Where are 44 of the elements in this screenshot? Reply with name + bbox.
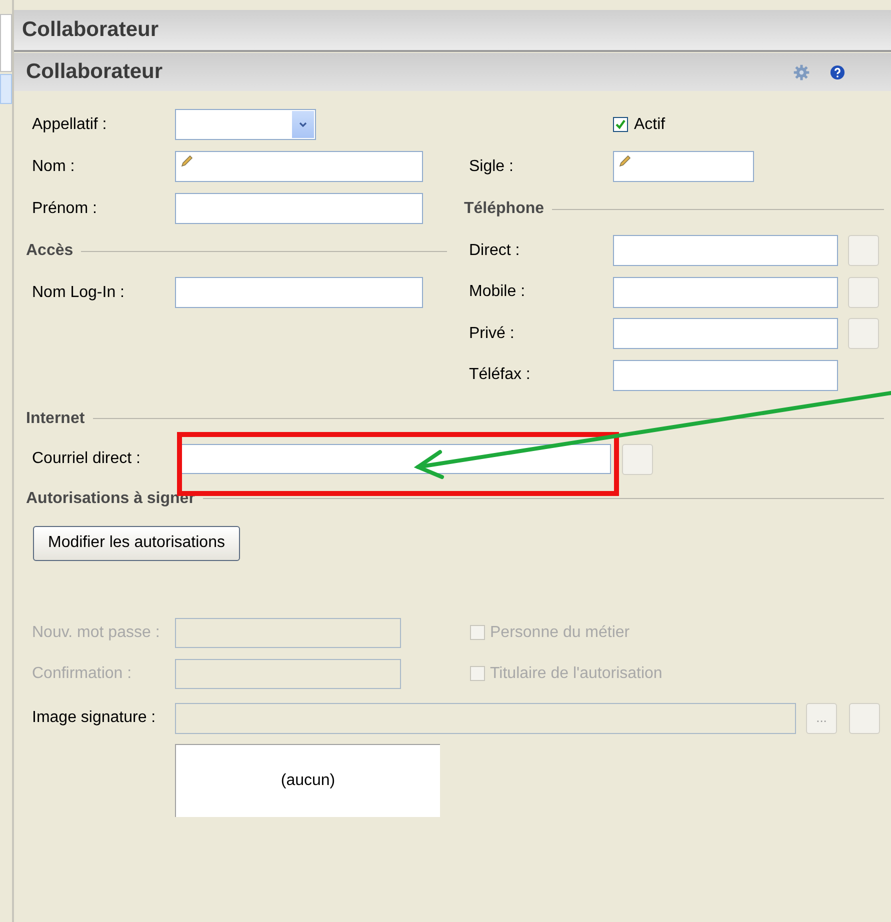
input-field[interactable] [613, 318, 838, 349]
side-button[interactable] [848, 276, 879, 308]
input-field[interactable] [180, 444, 611, 474]
settings-icon[interactable] [793, 64, 810, 80]
sidebar-item[interactable] [0, 74, 12, 104]
side-button[interactable] [848, 318, 879, 349]
side-button[interactable] [848, 235, 879, 266]
input-field[interactable] [613, 276, 838, 308]
input-field[interactable] [175, 193, 423, 224]
field-label: Confirmation : [32, 664, 133, 684]
checkbox-label: Personne du métier [490, 622, 630, 642]
field-label: Image signature : [32, 708, 157, 728]
input-field[interactable] [175, 277, 423, 308]
section-heading: Internet [26, 408, 85, 428]
checkbox-label: Actif [634, 114, 666, 134]
help-icon[interactable] [830, 64, 845, 80]
checkbox[interactable] [613, 117, 628, 132]
field-label: Nom : [32, 156, 76, 176]
section-heading: Accès [26, 241, 74, 261]
input-field[interactable] [613, 360, 838, 390]
field-label: Direct : [469, 240, 521, 260]
dropdown-field[interactable] [175, 109, 316, 140]
field-label: Privé : [469, 324, 516, 344]
field-label: Nouv. mot passe : [32, 622, 161, 642]
field-label: Courriel direct : [32, 449, 142, 469]
input-field[interactable] [613, 151, 754, 182]
input-field[interactable] [175, 151, 423, 182]
signature-preview: (aucun) [175, 744, 440, 816]
field-label: Sigle : [469, 156, 514, 176]
field-label: Prénom : [32, 198, 98, 218]
section-title: Collaborateur [26, 59, 164, 86]
pencil-icon [181, 155, 193, 167]
panel-title: Collaborateur [22, 17, 159, 44]
field-label: Mobile : [469, 282, 526, 302]
side-button[interactable] [622, 444, 653, 474]
input-field[interactable] [613, 235, 838, 266]
field-label: Nom Log-In : [32, 282, 126, 302]
field-label: Appellatif : [32, 114, 108, 134]
field-label: Téléfax : [469, 365, 532, 385]
side-button[interactable] [849, 702, 880, 734]
modify-authorizations-button[interactable]: Modifier les autorisations [33, 526, 240, 560]
section-heading: Téléphone [464, 199, 544, 219]
pencil-icon [619, 155, 631, 167]
checkbox-label: Titulaire de l'autorisation [490, 664, 662, 684]
